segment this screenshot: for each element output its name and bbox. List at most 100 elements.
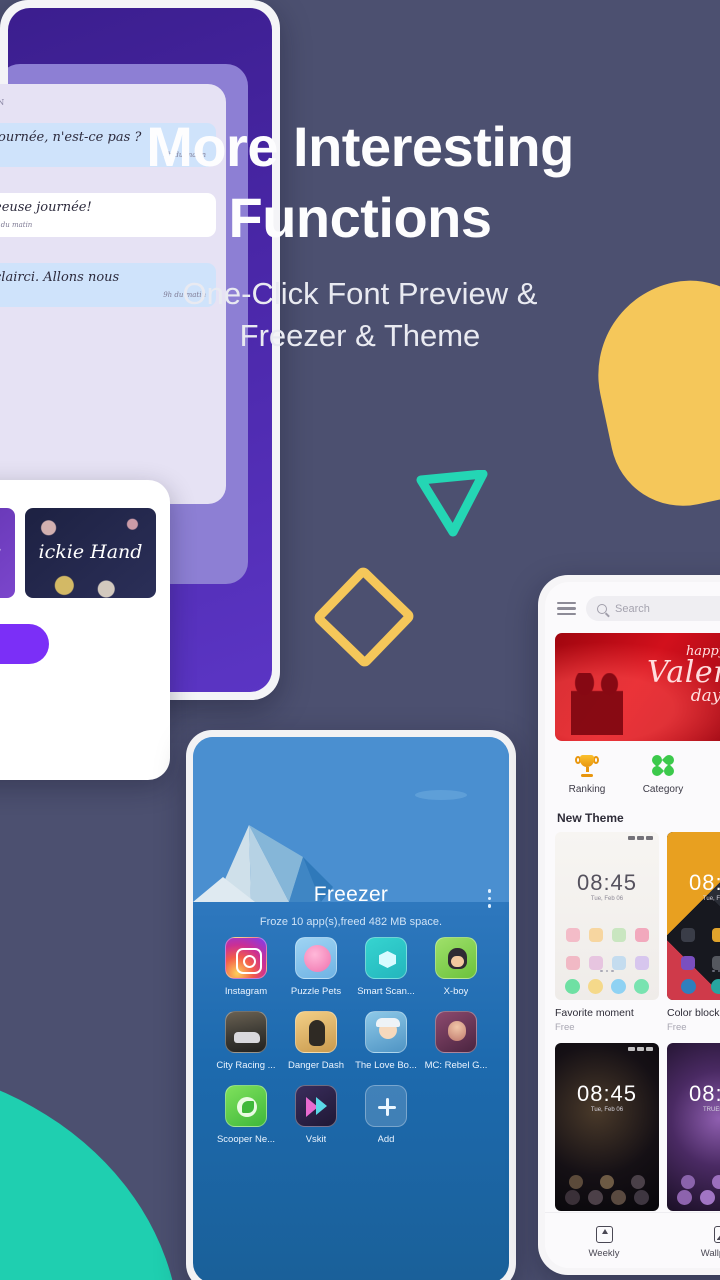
teal-corner-shape [0, 1060, 180, 1280]
theme-topbar: Search [545, 582, 720, 629]
chat-header: DAN [0, 98, 5, 107]
add-app-item[interactable]: Add [351, 1085, 421, 1145]
theme-date: TRUEN Juh [702, 1107, 720, 1113]
quick-action-category[interactable]: Category [625, 752, 701, 795]
banner-text-2: Valentine [647, 655, 720, 690]
app-item[interactable]: Scooper Ne... [211, 1085, 281, 1145]
quick-action-third[interactable] [701, 755, 720, 795]
mountain-wallpaper [193, 737, 509, 902]
app-item[interactable]: MC: Rebel G... [421, 1011, 491, 1071]
chat-bubble-text: clairci. Allons nous [0, 270, 120, 285]
x-boy-icon [435, 937, 477, 979]
font-card[interactable]: ickie Hand [25, 508, 156, 598]
theme-preview: 08:45 Tue, Feb 06 [555, 832, 659, 1000]
theme-row-2: 08:45 Tue, Feb 06 08 TRUE [545, 1043, 720, 1218]
smart-scan-icon [365, 937, 407, 979]
search-input[interactable]: Search [586, 596, 720, 621]
quick-actions: Ranking Category [545, 741, 720, 801]
bookmark-icon [595, 1226, 613, 1243]
app-item[interactable]: Vskit [281, 1085, 351, 1145]
bottom-nav-label: Weekly [588, 1248, 620, 1259]
promo-screen: More Interesting Functions One-Click Fon… [0, 0, 720, 1280]
app-item[interactable]: City Racing ... [211, 1011, 281, 1071]
banner-text-3: day [690, 686, 720, 706]
instagram-icon [225, 937, 267, 979]
chat-bubble: eeuse journée! h du matin [0, 193, 216, 237]
theme-preview: 08:45 Tue, Feb 06 [555, 1043, 659, 1211]
chat-bubble-time: 9h du matin [163, 291, 206, 300]
app-label: City Racing ... [216, 1060, 276, 1071]
app-label: Instagram [224, 986, 268, 997]
app-label: Smart Scan... [357, 986, 415, 997]
teal-triangle-icon [416, 470, 488, 537]
app-label: Scooper Ne... [216, 1134, 276, 1145]
clover-icon [649, 752, 677, 779]
chat-bubble-time: 9h du matin [163, 151, 206, 160]
app-item[interactable]: Puzzle Pets [281, 937, 351, 997]
hamburger-icon[interactable] [557, 601, 576, 616]
theme-card[interactable]: 08:45 TRUEN Juh [667, 1043, 720, 1218]
couple-silhouette [571, 673, 623, 735]
app-item[interactable]: Danger Dash [281, 1011, 351, 1071]
chat-bubble: clairci. Allons nous 9h du matin [0, 263, 216, 307]
search-icon [597, 603, 607, 614]
theme-preview: 08:45 TRUEN Juh [667, 1043, 720, 1211]
theme-name: Color block [667, 1007, 720, 1019]
app-label: Puzzle Pets [290, 986, 342, 997]
bottom-nav-wallpaper[interactable]: Wallpaper [663, 1226, 720, 1259]
section-title-new-theme: New Theme [557, 811, 624, 825]
yellow-blob-shape [580, 266, 720, 520]
quick-action-label: Ranking [568, 784, 606, 795]
bottom-nav-label: Wallpaper [700, 1248, 720, 1259]
theme-price: Free [667, 1022, 687, 1033]
app-item[interactable]: X-boy [421, 937, 491, 997]
theme-date: Tue, Feb 06 [590, 896, 624, 902]
chat-bubble-text: journée, n'est-ce pas ? [0, 130, 142, 145]
font-chooser-card: ckie owers ickie Hand ppliquer [0, 480, 170, 780]
apply-font-button[interactable]: ppliquer [0, 624, 49, 664]
yellow-square-icon [311, 564, 417, 670]
app-item[interactable]: The Love Bo... [351, 1011, 421, 1071]
quick-action-label: Category [642, 784, 684, 795]
puzzle-pets-icon [295, 937, 337, 979]
theme-clock: 08:45 [576, 870, 638, 895]
chat-bubble-time: h du matin [0, 221, 33, 230]
freezer-subtitle: Froze 10 app(s),freed 482 MB space. [259, 916, 443, 928]
bottom-nav: Weekly Wallpaper [545, 1212, 720, 1268]
theme-clock: 08:45 [688, 870, 720, 895]
danger-dash-icon [295, 1011, 337, 1053]
trophy-icon [575, 755, 599, 777]
freezer-header: Freezer Froze 10 app(s),freed 482 MB spa… [193, 883, 509, 928]
quick-action-ranking[interactable]: Ranking [549, 755, 625, 795]
app-label: Vskit [305, 1134, 327, 1145]
app-item[interactable]: Instagram [211, 937, 281, 997]
app-label: Danger Dash [288, 1060, 344, 1071]
app-label: The Love Bo... [355, 1060, 417, 1071]
vskit-icon [295, 1085, 337, 1127]
theme-date: Tue, Feb 06 [702, 896, 720, 902]
scooper-news-icon [225, 1085, 267, 1127]
city-racing-icon [225, 1011, 267, 1053]
freezer-phone: Freezer Froze 10 app(s),freed 482 MB spa… [186, 730, 516, 1280]
valentine-banner[interactable]: happy Valentine day [555, 633, 720, 741]
add-icon [365, 1085, 407, 1127]
theme-clock: 08:45 [576, 1081, 638, 1106]
app-label: X-boy [443, 986, 469, 997]
theme-price: Free [555, 1022, 575, 1033]
chat-bubble: journée, n'est-ce pas ? 9h du matin [0, 123, 216, 167]
chat-preview-panel: DAN journée, n'est-ce pas ? 9h du matin … [0, 84, 226, 504]
font-card[interactable]: ckie owers [0, 508, 15, 598]
freezer-title: Freezer [313, 883, 389, 906]
theme-preview: 08:45 Tue, Feb 06 [667, 832, 720, 1000]
theme-card[interactable]: 08:45 Tue, Feb 06 [667, 832, 720, 1033]
theme-card[interactable]: 08:45 Tue, Feb 06 [555, 832, 659, 1033]
app-item[interactable]: Smart Scan... [351, 937, 421, 997]
kebab-menu-icon[interactable] [487, 889, 491, 908]
bottom-nav-weekly[interactable]: Weekly [545, 1226, 663, 1259]
theme-store-phone: Search happy Valentine day [538, 575, 720, 1275]
font-preview-device-stack: DAN journée, n'est-ce pas ? 9h du matin … [0, 0, 290, 780]
mc-rebel-icon [435, 1011, 477, 1053]
theme-card[interactable]: 08:45 Tue, Feb 06 [555, 1043, 659, 1218]
font-card-label: ickie Hand [38, 541, 143, 564]
search-placeholder: Search [615, 602, 650, 615]
